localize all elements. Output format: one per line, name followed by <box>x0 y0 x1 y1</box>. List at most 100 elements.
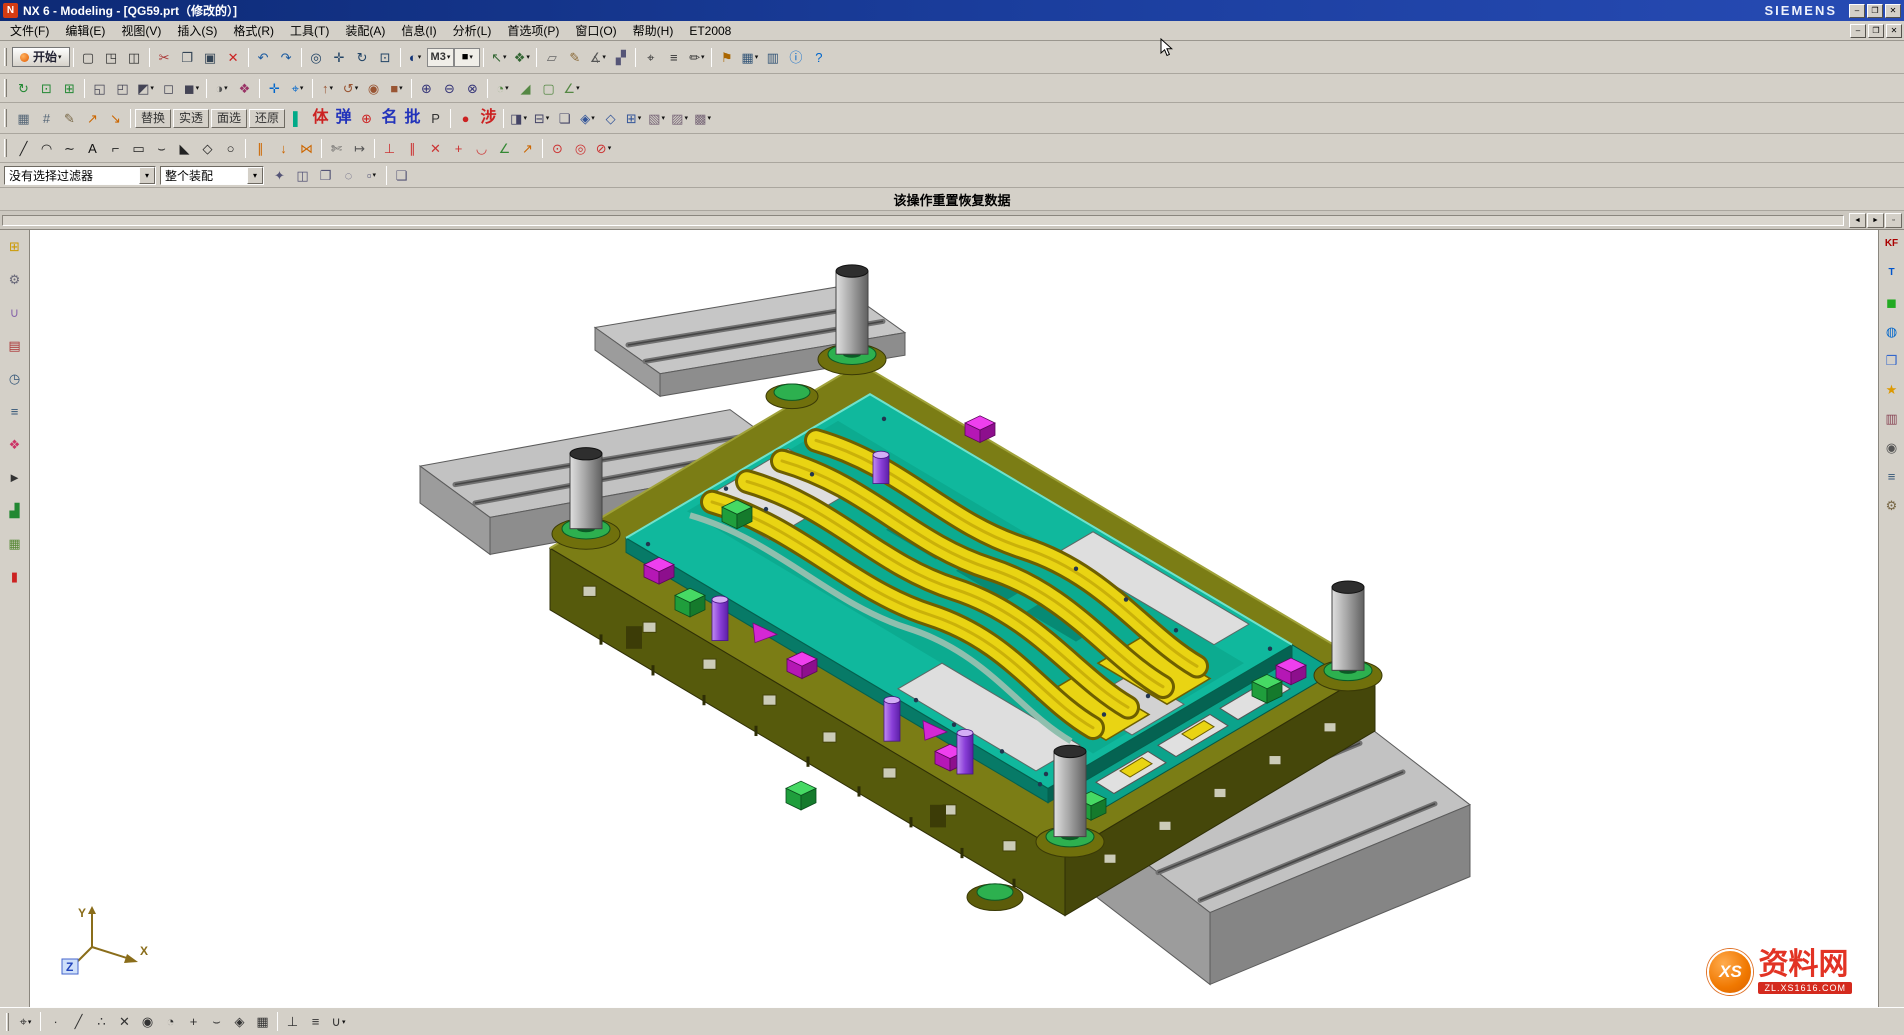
snap-control-point-icon[interactable]: ∴ <box>90 1011 113 1032</box>
menu-analysis[interactable]: 分析(L) <box>445 22 500 40</box>
new-file-icon[interactable]: ▢ <box>77 47 100 68</box>
chevron-down-icon[interactable] <box>247 167 263 184</box>
block-icon[interactable]: ■ <box>385 78 408 99</box>
gem-icon[interactable]: ◈ <box>576 108 599 129</box>
gear-icon[interactable]: ⚙ <box>4 269 26 289</box>
strip-corner-button[interactable]: ▫ <box>1885 213 1902 228</box>
grid-box-icon[interactable]: ▩ <box>691 108 714 129</box>
internet-icon[interactable]: ◍ <box>1881 321 1903 341</box>
child-restore-button[interactable]: ❐ <box>1868 24 1884 38</box>
fit-icon[interactable]: ⊡ <box>35 78 58 99</box>
table-icon[interactable]: ▦ <box>738 47 761 68</box>
paste-icon[interactable]: ▣ <box>199 47 222 68</box>
selection-filter-combo[interactable]: 没有选择过滤器 <box>4 166 156 185</box>
batch-char-button[interactable]: 批 <box>401 108 424 129</box>
draft-icon[interactable]: ∠ <box>560 78 583 99</box>
angle-dimension-icon[interactable]: ∠ <box>493 138 516 159</box>
camera-icon[interactable]: ◉ <box>1881 437 1903 457</box>
menu-insert[interactable]: 插入(S) <box>169 22 225 40</box>
face-select-button[interactable]: 面选 <box>211 109 247 128</box>
minimize-button[interactable]: – <box>1849 4 1865 18</box>
part-navigator-icon[interactable]: T <box>1881 263 1903 283</box>
snapshot-icon[interactable]: ▞ <box>609 47 632 68</box>
delete-icon[interactable]: ✕ <box>222 47 245 68</box>
menu-format[interactable]: 格式(R) <box>225 22 282 40</box>
pencil-icon[interactable]: ✏ <box>685 47 708 68</box>
close-button[interactable]: ✕ <box>1885 4 1901 18</box>
perpendicular-constraint-icon[interactable]: ⊥ <box>378 138 401 159</box>
top-view-icon[interactable]: ◰ <box>111 78 134 99</box>
wcs-icon[interactable]: ✛ <box>263 78 286 99</box>
snap-center-icon[interactable]: ◉ <box>136 1011 159 1032</box>
grid-icon[interactable]: ▦ <box>12 108 35 129</box>
list-icon[interactable]: ≡ <box>4 401 26 421</box>
hole-icon[interactable]: ◉ <box>362 78 385 99</box>
body-char-button[interactable]: 体 <box>309 108 332 129</box>
minus-box-icon[interactable]: ⊟ <box>530 108 553 129</box>
child-close-button[interactable]: ✕ <box>1886 24 1902 38</box>
lasso-icon[interactable]: ◌ <box>337 165 360 186</box>
toolbox-icon[interactable]: ⊞ <box>4 236 26 256</box>
toolbar-grip[interactable] <box>4 139 7 157</box>
report-icon[interactable]: ▥ <box>761 47 784 68</box>
layers-icon[interactable]: ≡ <box>1881 466 1903 486</box>
menu-view[interactable]: 视图(V) <box>113 22 169 40</box>
refresh-icon[interactable]: ↻ <box>12 78 35 99</box>
target-plus-icon[interactable]: ⊕ <box>355 108 378 129</box>
pan-icon[interactable]: ✛ <box>328 47 351 68</box>
chamfer-corner-icon[interactable]: ◣ <box>173 138 196 159</box>
arrow-up-right-icon[interactable]: ↗ <box>81 108 104 129</box>
snap-menu-icon[interactable]: ⌖ <box>14 1011 37 1032</box>
wcs-orient-icon[interactable]: ⌖ <box>286 78 309 99</box>
quick-extend-icon[interactable]: ↦ <box>348 138 371 159</box>
ellipse-icon[interactable]: ○ <box>219 138 242 159</box>
palette-icon[interactable]: ❖ <box>4 434 26 454</box>
chamfer-icon[interactable]: ◢ <box>514 78 537 99</box>
wireframe-icon[interactable]: ◻ <box>157 78 180 99</box>
snap-on-curve-icon[interactable]: ⌣ <box>205 1011 228 1032</box>
pointer-icon[interactable]: ► <box>4 467 26 487</box>
ruler-icon[interactable]: ≡ <box>662 47 685 68</box>
leader-arrow-icon[interactable]: ↗ <box>516 138 539 159</box>
profile-icon[interactable]: ⌐ <box>104 138 127 159</box>
snap-on-face-icon[interactable]: ◈ <box>228 1011 251 1032</box>
chevron-down-icon[interactable] <box>139 167 155 184</box>
teal-bar-icon[interactable]: ▌ <box>286 108 309 129</box>
select-filter-icon[interactable]: ⌖ <box>639 47 662 68</box>
selection-scope-combo[interactable]: 整个装配 <box>160 166 264 185</box>
concentric-icon[interactable]: ◎ <box>569 138 592 159</box>
info-icon[interactable]: ⓘ <box>784 47 807 68</box>
menu-edit[interactable]: 编辑(E) <box>57 22 113 40</box>
hash-icon[interactable]: # <box>35 108 58 129</box>
snap-intersection-icon[interactable]: ✕ <box>113 1011 136 1032</box>
reuse-library-icon[interactable]: ❒ <box>1881 350 1903 370</box>
offset-curve-icon[interactable]: ∥ <box>249 138 272 159</box>
snap-midpoint-icon[interactable]: ╱ <box>67 1011 90 1032</box>
edge-blend-icon[interactable]: ◔ <box>491 78 514 99</box>
point-constraint-icon[interactable]: + <box>447 138 470 159</box>
fillet-icon[interactable]: ⌣ <box>150 138 173 159</box>
arrow-down-right-icon[interactable]: ↘ <box>104 108 127 129</box>
plus-box-icon[interactable]: ⊞ <box>622 108 645 129</box>
name-char-button[interactable]: 名 <box>378 108 401 129</box>
tip-scroll-track[interactable] <box>2 215 1844 226</box>
graphics-viewport[interactable]: Y X Z XS 资料网 ZL.XS1616.COM <box>30 230 1878 1007</box>
text-icon[interactable]: A <box>81 138 104 159</box>
disable-icon[interactable]: ⊘ <box>592 138 615 159</box>
circle-snap-icon[interactable]: ⊙ <box>546 138 569 159</box>
tangent-constraint-icon[interactable]: ◡ <box>470 138 493 159</box>
unite-icon[interactable]: ⊕ <box>415 78 438 99</box>
help-icon[interactable]: ? <box>807 47 830 68</box>
menu-et2008[interactable]: ET2008 <box>681 22 739 40</box>
arc-icon[interactable]: ◠ <box>35 138 58 159</box>
isometric-view-icon[interactable]: ◩ <box>134 78 157 99</box>
hatch-box-icon[interactable]: ▨ <box>668 108 691 129</box>
undo-icon[interactable]: ↶ <box>252 47 275 68</box>
start-menu-button[interactable]: 开始 <box>12 47 70 67</box>
replace-button[interactable]: 替换 <box>135 109 171 128</box>
menu-window[interactable]: 窗口(O) <box>567 22 624 40</box>
panel-icon[interactable]: ◨ <box>507 108 530 129</box>
project-curve-icon[interactable]: ↓ <box>272 138 295 159</box>
polygon-icon[interactable]: ◇ <box>196 138 219 159</box>
book-icon[interactable]: ▤ <box>4 335 26 355</box>
